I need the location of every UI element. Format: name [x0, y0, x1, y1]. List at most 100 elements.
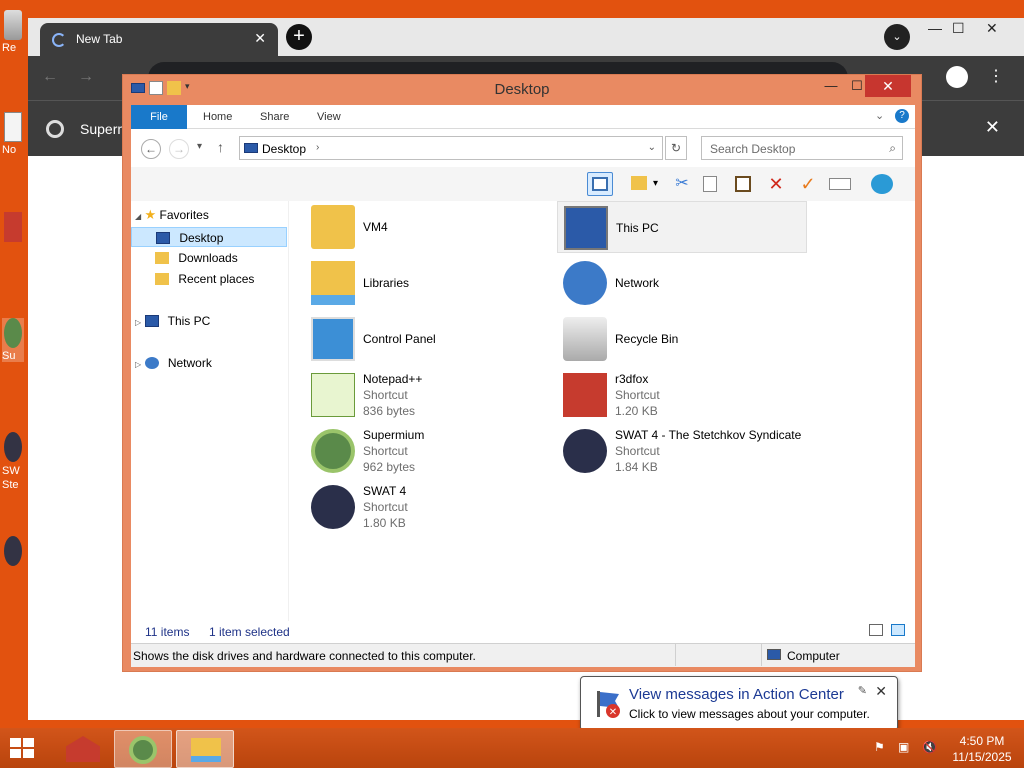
file-item-recycle-bin[interactable]: Recycle Bin [557, 313, 807, 365]
start-button[interactable] [8, 736, 36, 760]
address-text: Desktop [262, 142, 307, 156]
swat4-icon [4, 432, 22, 462]
copy-icon[interactable] [699, 172, 725, 196]
swat4-icon [311, 485, 355, 529]
back-button[interactable]: ← [141, 139, 161, 159]
minimize-button[interactable]: — [817, 75, 845, 97]
clock-date: 11/15/2025 [952, 750, 1012, 764]
file-size: 962 bytes [363, 460, 416, 474]
nav-label: Favorites [159, 208, 209, 222]
desktop-icon-recycle-bin[interactable]: Re [2, 10, 24, 54]
info-bar-close-icon[interactable]: ✕ [985, 117, 1000, 138]
file-item-notepadpp[interactable]: Notepad++ Shortcut 836 bytes [305, 369, 555, 421]
properties-button[interactable] [827, 172, 853, 196]
desktop-icon-notepad[interactable]: No [2, 112, 24, 156]
profile-avatar[interactable] [946, 66, 968, 88]
menu-icon[interactable]: ⋮ [988, 66, 1004, 86]
file-size: 1.84 KB [615, 460, 658, 474]
maximize-icon[interactable]: ☐ [952, 20, 965, 37]
tab-file[interactable]: File [131, 105, 187, 129]
forward-icon[interactable]: → [78, 68, 94, 86]
file-name: SWAT 4 [363, 484, 407, 498]
help-icon[interactable]: ? [895, 109, 909, 123]
file-item-network[interactable]: Network [557, 257, 807, 309]
clock[interactable]: 4:50 PM 11/15/2025 [944, 733, 1020, 765]
preview-pane-button[interactable] [587, 172, 613, 196]
properties-chat-icon[interactable] [869, 172, 895, 196]
file-explorer-icon [191, 738, 221, 762]
file-item-r3dfox[interactable]: r3dfox Shortcut 1.20 KB [557, 369, 807, 421]
large-icons-view-icon[interactable] [891, 624, 905, 636]
desktop-icon-r3dfox[interactable] [2, 212, 24, 244]
cut-icon[interactable]: ✂ [669, 172, 695, 196]
desktop-icon-label: Su [2, 350, 16, 362]
expand-ribbon-icon[interactable]: ⌄ [875, 109, 884, 122]
downloads-icon [155, 252, 169, 264]
taskbar: ⚑ ▣ 🔇 4:50 PM 11/15/2025 [0, 728, 1024, 768]
file-item-swat4[interactable]: SWAT 4 Shortcut 1.80 KB [305, 481, 555, 533]
tab-strip: New Tab ✕ + ⌄ — ☐ ✕ [28, 18, 1024, 56]
rename-icon[interactable]: ✓ [795, 172, 821, 196]
tab-home[interactable]: Home [189, 105, 246, 129]
notification-close-icon[interactable]: ✕ [875, 683, 887, 700]
desktop-icon-label: Re [2, 42, 17, 54]
nav-downloads[interactable]: Downloads [155, 248, 238, 268]
taskbar-supermium[interactable] [114, 730, 172, 768]
status-location: Computer [787, 649, 840, 663]
recent-locations-icon[interactable]: ▾ [197, 141, 202, 152]
file-item-swat4-tss[interactable]: SWAT 4 - The Stetchkov Syndicate Shortcu… [557, 425, 807, 477]
volume-muted-icon[interactable]: 🔇 [922, 740, 938, 756]
nav-favorites[interactable]: ◢ ★ Favorites [135, 205, 209, 225]
new-folder-button[interactable] [627, 172, 653, 196]
desktop-icon-swat4[interactable] [2, 536, 24, 568]
file-item-this-pc[interactable]: This PC [557, 201, 807, 253]
tab-close-icon[interactable]: ✕ [254, 30, 266, 47]
delete-icon[interactable]: ✕ [763, 172, 789, 196]
tab-share[interactable]: Share [246, 105, 303, 129]
tab-new-tab[interactable]: New Tab ✕ [40, 23, 278, 56]
paste-icon[interactable] [731, 172, 757, 196]
recent-places-icon [155, 273, 169, 285]
minimize-icon[interactable]: — [928, 20, 942, 36]
tab-title: New Tab [76, 32, 123, 46]
file-name: Control Panel [363, 332, 436, 346]
desktop-icon-swat4-tss[interactable]: SW Ste [2, 432, 24, 492]
close-button[interactable]: ✕ [865, 75, 911, 97]
desktop-icon-supermium[interactable]: Su [2, 318, 24, 362]
nav-network[interactable]: ▷ Network [135, 353, 212, 373]
nav-desktop[interactable]: Desktop [131, 227, 287, 247]
file-item-vm4[interactable]: VM4 [305, 201, 555, 253]
refresh-button[interactable]: ↻ [665, 136, 687, 160]
nav-this-pc[interactable]: ▷ This PC [135, 311, 210, 331]
taskbar-r3dfox[interactable] [54, 730, 112, 768]
action-center-notification[interactable]: ✕ View messages in Action Center Click t… [580, 676, 898, 742]
r3dfox-icon [563, 373, 607, 417]
chevron-right-icon[interactable]: › [316, 142, 319, 153]
network-tray-icon[interactable]: ▣ [898, 740, 914, 756]
back-icon[interactable]: ← [42, 68, 58, 86]
supermium-icon [311, 429, 355, 473]
file-item-control-panel[interactable]: Control Panel [305, 313, 555, 365]
taskbar-file-explorer[interactable] [176, 730, 234, 768]
tab-view[interactable]: View [303, 105, 355, 129]
loading-icon [52, 33, 66, 47]
file-list: VM4 This PC Libraries Network Control Pa… [289, 201, 915, 641]
file-item-libraries[interactable]: Libraries [305, 257, 555, 309]
new-item-dropdown-icon[interactable]: ▾ [653, 172, 665, 196]
new-tab-button[interactable]: + [286, 24, 312, 50]
up-button[interactable]: ↑ [217, 139, 224, 155]
window-title: Desktop [494, 81, 550, 98]
details-view-icon[interactable] [869, 624, 883, 636]
address-bar[interactable]: Desktop › ⌄ [239, 136, 663, 160]
chevron-down-icon[interactable]: ⌄ [648, 142, 656, 153]
forward-button[interactable]: → [169, 139, 189, 159]
supermium-icon [46, 120, 64, 138]
tab-search-button[interactable]: ⌄ [884, 24, 910, 50]
nav-recent-places[interactable]: Recent places [155, 269, 254, 289]
search-input[interactable]: Search Desktop ⌕ [701, 136, 903, 160]
file-item-supermium[interactable]: Supermium Shortcut 962 bytes [305, 425, 555, 477]
close-icon[interactable]: ✕ [986, 20, 998, 37]
pin-icon[interactable]: ✎ [858, 684, 867, 697]
action-center-tray-icon[interactable]: ⚑ [874, 740, 890, 756]
file-size: 1.20 KB [615, 404, 658, 418]
